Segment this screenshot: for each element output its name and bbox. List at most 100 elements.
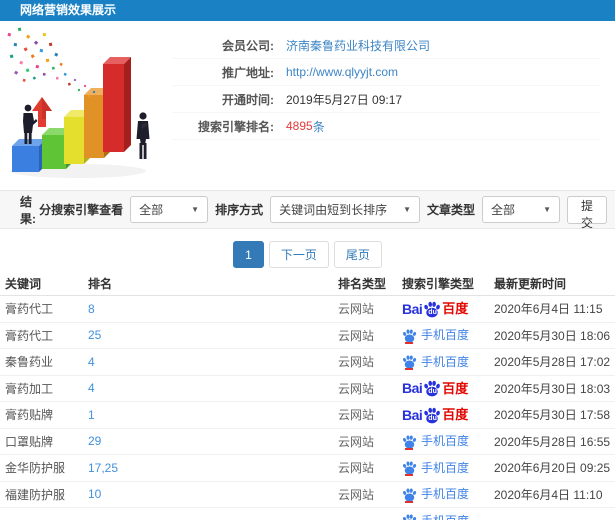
page-button-last[interactable]: 尾页: [333, 241, 382, 268]
rank-link[interactable]: 17,25: [88, 461, 338, 475]
rank-type-cell: 云网站: [338, 328, 375, 343]
rank-link[interactable]: 29: [88, 434, 338, 448]
engine-cell: 手机百度: [402, 460, 494, 477]
mobile-baidu-red-mark: [405, 474, 413, 477]
mobile-baidu-logo: 手机百度: [402, 434, 470, 450]
sort-select-value: 关键词由短到长排序: [279, 203, 388, 217]
engine-select-value: 全部: [139, 203, 164, 217]
rank-link[interactable]: 4: [88, 355, 338, 369]
engine-cell: 手机百度: [402, 328, 494, 344]
table-header-row: 关键词 排名 排名类型 搜索引擎类型 最新更新时间: [0, 271, 615, 296]
baidu-paw-icon: du: [423, 379, 441, 397]
table-row: 福建防护服 10 云网站 手机百度 2020年6月4日 11:10: [0, 482, 615, 508]
engine-cell: 手机百度: [402, 434, 494, 450]
mobile-baidu-label: 手机百度: [421, 434, 470, 449]
rank-type-cell: 云网站: [338, 381, 375, 396]
mobile-baidu-paw-icon: [402, 354, 417, 371]
table-row: 膏药加工 4 云网站 Bai du 百度 2020年5月30日 18:03: [0, 376, 615, 402]
baidu-du-text: du: [428, 308, 437, 316]
mobile-baidu-red-mark: [405, 500, 413, 503]
info-value[interactable]: http://www.qlyyjt.com: [286, 65, 398, 79]
mobile-baidu-logo: 手机百度: [402, 354, 470, 371]
info-row: 会员公司: 济南秦鲁药业科技有限公司: [172, 32, 601, 59]
rank-link[interactable]: 10: [88, 487, 338, 501]
engine-cell: 手机百度: [402, 354, 494, 371]
baidu-cn-text: 百度: [442, 380, 469, 396]
keyword-cell: 膏药代工: [5, 302, 54, 317]
chevron-down-icon: ▼: [191, 205, 200, 214]
bar-chart-illustration-svg: [7, 27, 150, 178]
keyword-cell: 膏药加工: [5, 381, 54, 396]
baidu-logo: Bai du 百度: [402, 379, 468, 397]
baidu-cn-text: 百度: [442, 407, 469, 423]
info-label: 推广地址:: [222, 65, 274, 80]
submit-button[interactable]: 提交: [566, 195, 607, 230]
engine-cell: Bai du 百度: [402, 300, 494, 318]
mobile-baidu-label: 手机百度: [421, 354, 470, 369]
table-row: 膏药代工 25 云网站 手机百度 2020年5月30日 18:06: [0, 323, 615, 349]
bar-chart-illustration: [0, 21, 172, 183]
mobile-baidu-logo: 手机百度: [402, 487, 470, 503]
info-suffix: 条: [312, 119, 325, 134]
baidu-du-text: du: [428, 388, 437, 396]
engine-cell: 手机百度: [402, 513, 494, 520]
info-value[interactable]: 济南秦鲁药业科技有限公司: [286, 37, 430, 54]
rank-type-cell: 云网站: [338, 408, 375, 423]
baidu-bai-text: Bai: [402, 300, 423, 317]
mobile-baidu-label: 手机百度: [421, 328, 470, 343]
mobile-baidu-label: 手机百度: [421, 487, 470, 502]
engine-select[interactable]: 全部 ▼: [130, 196, 209, 223]
rank-link[interactable]: 4: [88, 381, 338, 395]
chevron-down-icon: ▼: [543, 205, 551, 214]
article-type-select[interactable]: 全部 ▼: [482, 196, 560, 223]
rank-link[interactable]: 8: [88, 302, 338, 316]
mobile-baidu-label: 手机百度: [421, 460, 470, 475]
col-header-update-time: 最新更新时间: [494, 276, 567, 291]
ranking-table: 关键词 排名 排名类型 搜索引擎类型 最新更新时间 膏药代工 8 云网站 Bai du 百…: [0, 271, 615, 520]
update-time-cell: 2020年5月30日 17:58: [494, 408, 611, 423]
mobile-baidu-logo: 手机百度: [402, 513, 469, 520]
keyword-cell: 膏药代工: [5, 328, 54, 343]
member-info-section: 会员公司: 济南秦鲁药业科技有限公司 推广地址: http://www.qlyyjt.…: [0, 21, 615, 188]
mobile-baidu-paw-icon: [402, 434, 417, 450]
baidu-bai-text: Bai: [402, 380, 423, 397]
pagination: 1 下一页 尾页: [0, 241, 615, 268]
page-button-next[interactable]: 下一页: [268, 241, 329, 268]
update-time-cell: 2020年5月30日 18:06: [494, 328, 611, 343]
engine-cell: Bai du 百度: [402, 379, 494, 397]
article-type-select-value: 全部: [491, 203, 516, 217]
rank-link[interactable]: 1: [88, 408, 338, 422]
info-row: 开通时间: 2019年5月27日 09:17: [172, 86, 601, 113]
sort-select[interactable]: 关键词由短到长排序 ▼: [270, 196, 421, 223]
member-info-list: 会员公司: 济南秦鲁药业科技有限公司 推广地址: http://www.qlyyjt.…: [172, 21, 615, 188]
update-time-cell: 2020年5月30日 18:03: [494, 381, 611, 396]
article-type-label: 文章类型: [427, 203, 476, 217]
update-time-cell: 2020年6月20日 09:25: [494, 461, 611, 476]
mobile-baidu-paw-icon: [402, 513, 417, 520]
page-button-current[interactable]: 1: [233, 241, 264, 268]
table-row: 手机百度: [0, 508, 615, 520]
info-label: 会员公司:: [222, 38, 274, 53]
col-header-keyword: 关键词: [5, 276, 42, 291]
update-time-cell: 2020年5月28日 16:55: [494, 434, 611, 449]
rank-type-cell: 云网站: [338, 434, 375, 449]
keyword-cell: 福建防护服: [5, 487, 66, 502]
baidu-logo: Bai du 百度: [402, 300, 468, 318]
baidu-cn-text: 百度: [442, 301, 469, 317]
mobile-baidu-paw-icon: [402, 460, 417, 477]
keyword-cell: 口罩贴牌: [5, 434, 54, 449]
info-row: 推广地址: http://www.qlyyjt.com: [172, 59, 601, 86]
baidu-paw-icon: du: [423, 300, 441, 318]
mobile-baidu-logo: 手机百度: [402, 328, 470, 344]
baidu-bai-text: Bai: [402, 406, 423, 423]
info-row: 搜索引擎排名: 4895 条: [172, 113, 601, 140]
keyword-cell: 膏药贴牌: [5, 408, 54, 423]
keyword-cell: 秦鲁药业: [5, 355, 54, 370]
table-row: 秦鲁药业 4 云网站 手机百度 2020年5月28日 17:02: [0, 349, 615, 376]
baidu-paw-icon: du: [423, 406, 441, 424]
table-row: 膏药贴牌 1 云网站 Bai du 百度 2020年5月30日 17:58: [0, 402, 615, 429]
table-row: 膏药代工 8 云网站 Bai du 百度 2020年6月4日 11:15: [0, 296, 615, 323]
update-time-cell: 2020年5月28日 17:02: [494, 355, 611, 370]
rank-link[interactable]: 25: [88, 328, 338, 342]
rank-type-cell: 云网站: [338, 302, 375, 317]
